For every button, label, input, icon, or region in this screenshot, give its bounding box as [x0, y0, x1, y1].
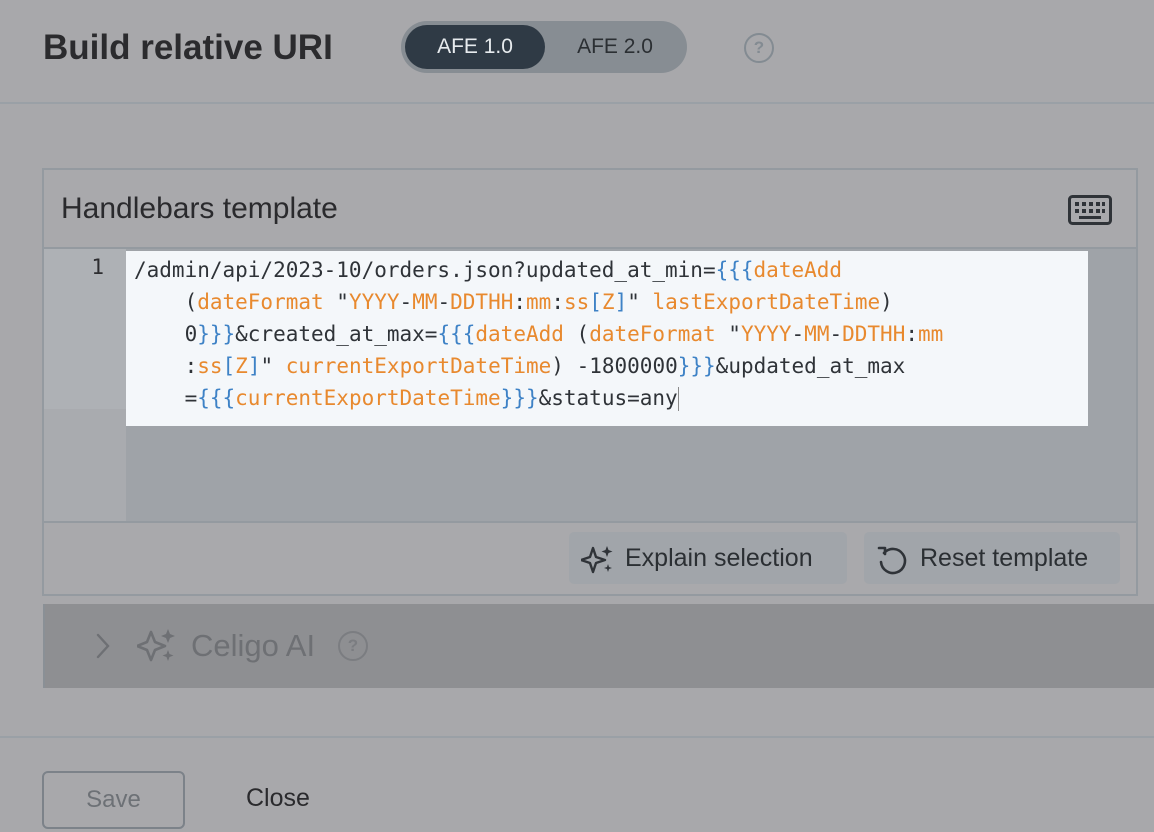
reset-template-label: Reset template — [920, 544, 1089, 572]
code-editor[interactable]: 1 /admin/api/2023-10/orders.json?updated… — [44, 249, 1136, 521]
reset-template-button[interactable]: Reset template — [864, 532, 1120, 584]
code-line: ={{{currentExportDateTime}}}&status=any — [134, 386, 679, 411]
template-code[interactable]: /admin/api/2023-10/orders.json?updated_a… — [126, 251, 1088, 426]
celigo-ai-section[interactable]: Celigo AI ? — [43, 604, 1154, 688]
code-line: 0}}}&created_at_max={{{dateAdd (dateForm… — [134, 322, 944, 346]
panel-header: Handlebars template — [44, 170, 1136, 249]
code-line: :ss[Z]" currentExportDateTime) -1800000}… — [134, 354, 906, 378]
celigo-ai-label: Celigo AI — [191, 628, 316, 663]
handlebars-template-panel: Handlebars template 1 /admin/api/2023-10… — [42, 168, 1138, 596]
close-button[interactable]: Close — [246, 784, 310, 813]
explain-selection-label: Explain selection — [625, 544, 813, 572]
line-gutter: 1 — [44, 249, 126, 521]
chevron-right-icon[interactable] — [95, 632, 111, 660]
toggle-afe-2[interactable]: AFE 2.0 — [547, 25, 683, 69]
code-line: /admin/api/2023-10/orders.json?updated_a… — [134, 258, 843, 282]
text-cursor — [677, 387, 679, 411]
toggle-afe-1[interactable]: AFE 1.0 — [405, 25, 545, 69]
panel-title: Handlebars template — [61, 192, 338, 225]
reset-icon — [877, 546, 907, 575]
save-button[interactable]: Save — [42, 771, 185, 829]
panel-footer: Explain selection Reset template — [44, 521, 1136, 594]
help-icon[interactable]: ? — [744, 33, 774, 63]
sparkle-icon — [137, 629, 175, 662]
keyboard-icon[interactable] — [1068, 195, 1112, 225]
header: Build relative URI AFE 1.0 AFE 2.0 ? — [0, 0, 1154, 104]
afe-version-toggle: AFE 1.0 AFE 2.0 — [401, 21, 687, 73]
active-line-gutter — [44, 249, 126, 409]
sparkle-icon — [581, 546, 613, 574]
explain-selection-button[interactable]: Explain selection — [569, 532, 847, 584]
code-line: (dateFormat "YYYY-MM-DDTHH:mm:ss[Z]" las… — [134, 290, 893, 314]
line-number: 1 — [91, 255, 104, 279]
help-icon[interactable]: ? — [338, 631, 368, 661]
page-title: Build relative URI — [43, 28, 333, 67]
footer: Save Close — [0, 736, 1154, 832]
